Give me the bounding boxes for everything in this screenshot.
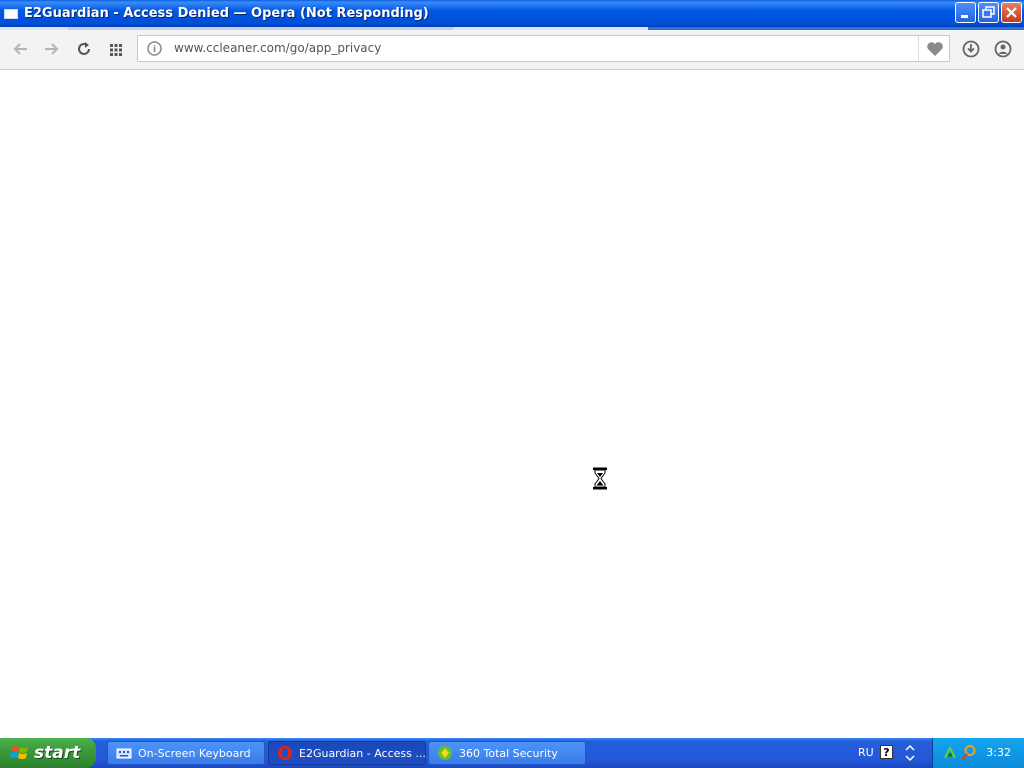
taskbar-item-360-total-security[interactable]: 360 Total Security [428, 741, 586, 765]
speed-dial-button[interactable] [106, 39, 126, 59]
windows-logo-icon [10, 746, 28, 759]
hourglass-cursor-icon [593, 467, 607, 490]
svg-text:i: i [153, 45, 156, 55]
close-button[interactable] [1001, 2, 1022, 23]
tray-arrows-icon[interactable] [904, 744, 916, 762]
download-button[interactable] [961, 39, 981, 59]
account-icon [994, 40, 1012, 58]
back-button[interactable] [11, 39, 31, 59]
minimize-button[interactable] [955, 2, 976, 23]
browser-toolbar: i www.ccleaner.com/go/app_privacy [0, 30, 1024, 70]
address-bar-divider [918, 36, 919, 61]
window-icon [4, 8, 18, 19]
help-icon[interactable]: ? [880, 745, 893, 759]
forward-arrow-icon [45, 43, 59, 55]
system-tray: 3:32 [932, 738, 1024, 768]
reload-button[interactable] [74, 39, 94, 59]
keyboard-icon [116, 748, 132, 759]
reload-icon [78, 42, 90, 55]
search-icon[interactable] [961, 744, 977, 761]
taskbar: start On-Screen Keyboard E2Guardian - Ac… [0, 738, 1024, 768]
address-bar[interactable]: i www.ccleaner.com/go/app_privacy [137, 35, 950, 62]
restore-icon [982, 6, 995, 18]
restore-button[interactable] [978, 2, 999, 23]
grid-icon [110, 44, 122, 56]
taskbar-item-on-screen-keyboard[interactable]: On-Screen Keyboard [107, 741, 265, 765]
shield-icon [438, 746, 452, 760]
start-label: start [34, 743, 81, 763]
language-indicator[interactable]: RU [858, 746, 874, 759]
opera-icon [278, 746, 292, 760]
taskbar-item-label: 360 Total Security [459, 746, 558, 760]
start-button[interactable]: start [0, 738, 96, 768]
taskbar-item-label: E2Guardian - Access ... [299, 746, 426, 760]
title-bar[interactable]: E2Guardian - Access Denied — Opera (Not … [0, 0, 1024, 27]
window-title: E2Guardian - Access Denied — Opera (Not … [24, 6, 429, 21]
download-icon [962, 40, 980, 58]
minimize-icon [961, 15, 968, 18]
clock[interactable]: 3:32 [986, 746, 1011, 759]
page-content [0, 70, 1024, 738]
heart-icon[interactable] [926, 41, 944, 57]
taskbar-item-label: On-Screen Keyboard [138, 746, 251, 760]
back-arrow-icon [13, 43, 27, 55]
taskbar-item-e2guardian[interactable]: E2Guardian - Access ... [268, 741, 426, 765]
site-info-icon[interactable]: i [147, 41, 162, 56]
url-text[interactable]: www.ccleaner.com/go/app_privacy [174, 41, 381, 55]
forward-button[interactable] [41, 39, 61, 59]
window-controls [955, 2, 1022, 23]
account-button[interactable] [993, 39, 1013, 59]
network-icon[interactable] [942, 745, 958, 761]
close-icon [1006, 7, 1017, 18]
